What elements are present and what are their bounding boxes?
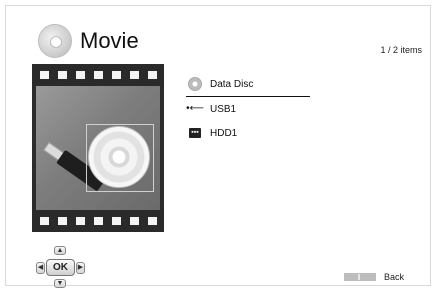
film-hole xyxy=(129,217,139,225)
film-hole xyxy=(147,217,157,225)
film-hole xyxy=(75,217,85,225)
ok-button[interactable]: OK xyxy=(46,259,75,276)
filmstrip-bottom xyxy=(32,210,164,232)
remote-nav-pad: ▲ ◀ OK ▶ ▼ xyxy=(36,246,85,288)
film-hole xyxy=(57,217,67,225)
film-hole xyxy=(93,217,103,225)
disc-icon xyxy=(186,77,204,91)
usb-icon: •⟵ xyxy=(186,103,204,114)
nav-down-icon[interactable]: ▼ xyxy=(54,279,66,288)
nav-right-icon[interactable]: ▶ xyxy=(76,262,85,274)
menu-item-data-disc[interactable]: Data Disc xyxy=(186,72,310,97)
preview-filmstrip xyxy=(32,64,164,232)
preview-window xyxy=(36,86,160,210)
film-hole xyxy=(93,71,103,79)
film-hole xyxy=(57,71,67,79)
film-hole xyxy=(111,217,121,225)
page-title: Movie xyxy=(80,28,139,53)
filmstrip-top xyxy=(32,64,164,86)
nav-left-icon[interactable]: ◀ xyxy=(36,262,45,274)
back-hint[interactable]: Back xyxy=(344,272,404,282)
movie-app-icon xyxy=(38,24,72,58)
return-key-icon xyxy=(344,273,376,281)
film-hole xyxy=(147,71,157,79)
film-hole xyxy=(75,71,85,79)
film-hole xyxy=(39,217,49,225)
back-label: Back xyxy=(384,272,405,282)
menu-item-label: Data Disc xyxy=(210,78,254,90)
source-menu: Data Disc •⟵ USB1 ▪▪▪ HDD1 xyxy=(186,72,310,145)
nav-up-icon[interactable]: ▲ xyxy=(54,246,66,255)
film-hole xyxy=(111,71,121,79)
film-hole xyxy=(129,71,139,79)
item-count: 1 / 2 items xyxy=(380,45,422,55)
film-hole xyxy=(39,71,49,79)
disc-illustration xyxy=(88,126,150,188)
menu-item-hdd1[interactable]: ▪▪▪ HDD1 xyxy=(186,121,310,145)
menu-item-label: USB1 xyxy=(210,103,237,115)
hdd-icon: ▪▪▪ xyxy=(189,128,201,138)
menu-item-usb1[interactable]: •⟵ USB1 xyxy=(186,97,310,121)
menu-item-label: HDD1 xyxy=(210,127,238,139)
